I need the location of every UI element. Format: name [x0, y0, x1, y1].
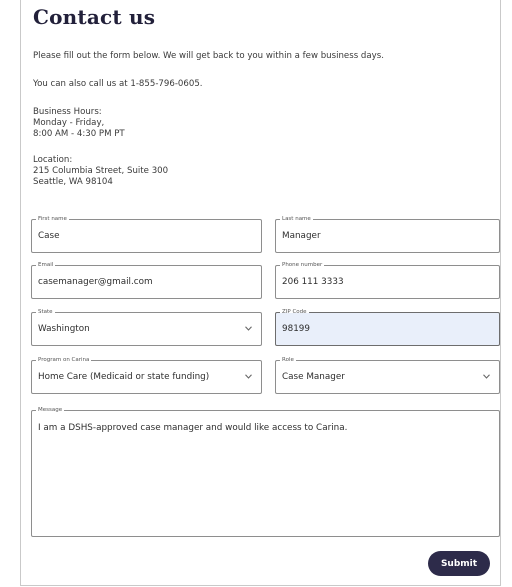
role-value: Case Manager	[282, 372, 345, 382]
hours-time: 8:00 AM - 4:30 PM PT	[33, 129, 125, 139]
program-value: Home Care (Medicaid or state funding)	[38, 372, 210, 382]
last-name-value: Manager	[282, 231, 321, 241]
chevron-down-icon[interactable]	[245, 374, 252, 379]
state-label: State	[36, 309, 55, 316]
message-label: Message	[36, 407, 65, 414]
email-value: casemanager@gmail.com	[38, 277, 153, 287]
intro-text: Please fill out the form below. We will …	[33, 51, 384, 61]
location-street: 215 Columbia Street, Suite 300	[33, 166, 169, 176]
email-label: Email	[36, 262, 56, 269]
submit-button[interactable]: Submit	[428, 551, 490, 576]
email-field[interactable]: Email casemanager@gmail.com	[31, 262, 262, 299]
chevron-down-icon[interactable]	[483, 374, 490, 379]
first-name-field[interactable]: First name Case	[31, 216, 262, 253]
page-title: Contact us	[33, 5, 156, 29]
role-select[interactable]: Role Case Manager	[275, 357, 500, 394]
program-label: Program on Carina	[36, 357, 92, 364]
role-label: Role	[280, 357, 296, 364]
last-name-label: Last name	[280, 216, 313, 223]
call-text: You can also call us at 1-855-796-0605.	[33, 79, 203, 89]
phone-field[interactable]: Phone number 206 111 3333	[275, 262, 500, 299]
zip-code-label: ZIP Code	[280, 309, 309, 316]
zip-code-field[interactable]: ZIP Code 98199	[275, 309, 500, 346]
message-textarea[interactable]: Message I am a DSHS-approved case manage…	[31, 407, 500, 537]
hours-heading: Business Hours:	[33, 107, 102, 117]
program-select[interactable]: Program on Carina Home Care (Medicaid or…	[31, 357, 262, 394]
state-value: Washington	[38, 324, 90, 334]
zip-code-value: 98199	[282, 324, 310, 334]
state-select[interactable]: State Washington	[31, 309, 262, 346]
last-name-field[interactable]: Last name Manager	[275, 216, 500, 253]
location-city: Seattle, WA 98104	[33, 177, 113, 187]
phone-label: Phone number	[280, 262, 325, 269]
phone-value: 206 111 3333	[282, 277, 344, 287]
hours-days: Monday - Friday,	[33, 118, 105, 128]
first-name-value: Case	[38, 231, 60, 241]
first-name-label: First name	[36, 216, 69, 223]
message-value: I am a DSHS-approved case manager and wo…	[38, 423, 348, 433]
location-heading: Location:	[33, 155, 73, 165]
chevron-down-icon[interactable]	[245, 326, 252, 331]
